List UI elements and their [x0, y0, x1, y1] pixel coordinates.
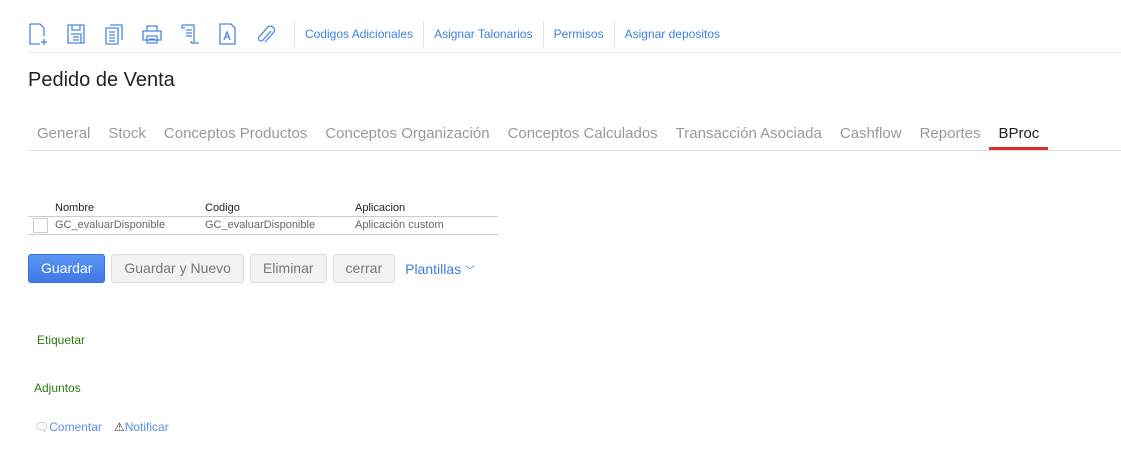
page-title: Pedido de Venta: [28, 69, 175, 91]
templates-dropdown[interactable]: Plantillas ﹀: [405, 261, 475, 277]
copy-icon[interactable]: [104, 23, 124, 45]
permisos-link[interactable]: Permisos: [542, 21, 614, 47]
tab-conceptos-productos[interactable]: Conceptos Productos: [155, 120, 316, 150]
header-nombre: Nombre: [55, 201, 205, 217]
cell-nombre: GC_evaluarDisponible: [55, 216, 205, 235]
tab-general[interactable]: General: [28, 120, 99, 150]
tab-reportes[interactable]: Reportes: [911, 120, 990, 150]
tab-stock[interactable]: Stock: [99, 120, 155, 150]
templates-label: Plantillas: [405, 260, 462, 277]
tab-bar: General Stock Conceptos Productos Concep…: [28, 120, 1121, 151]
warning-icon: ⚠: [113, 420, 125, 434]
new-document-icon[interactable]: [28, 23, 48, 45]
tab-bproc[interactable]: BProc: [989, 120, 1049, 150]
close-button[interactable]: cerrar: [332, 254, 396, 283]
comment-label: Comentar: [49, 420, 102, 434]
attach-icon[interactable]: [256, 23, 276, 45]
table-row[interactable]: GC_evaluarDisponible GC_evaluarDisponibl…: [28, 216, 498, 235]
bproc-table: Nombre Codigo Aplicacion GC_evaluarDispo…: [28, 201, 498, 235]
asignar-talonarios-link[interactable]: Asignar Talonarios: [423, 21, 543, 47]
cell-aplicacion: Aplicación custom: [355, 216, 498, 235]
toolbar: Codigos Adicionales Asignar Talonarios P…: [28, 20, 730, 48]
delete-button[interactable]: Eliminar: [249, 254, 327, 283]
asignar-depositos-link[interactable]: Asignar depositos: [613, 21, 730, 47]
tab-conceptos-organizacion[interactable]: Conceptos Organización: [316, 120, 498, 150]
tab-conceptos-calculados[interactable]: Conceptos Calculados: [499, 120, 667, 150]
header-aplicacion: Aplicacion: [355, 201, 498, 217]
comment-icon: 🗨: [34, 420, 50, 434]
notify-label: Notificar: [124, 420, 169, 434]
table-header: Nombre Codigo Aplicacion: [28, 201, 498, 217]
tab-cashflow[interactable]: Cashflow: [831, 120, 911, 150]
print-icon[interactable]: [142, 23, 162, 45]
save-and-new-button[interactable]: Guardar y Nuevo: [111, 254, 244, 283]
chevron-down-icon: ﹀: [465, 265, 476, 277]
header-codigo: Codigo: [205, 201, 355, 217]
comment-link[interactable]: 🗨Comentar: [34, 420, 102, 434]
pdf-icon[interactable]: [218, 23, 238, 45]
save-button[interactable]: Guardar: [28, 254, 106, 283]
notify-link[interactable]: ⚠Notificar: [114, 420, 169, 434]
attachments-link[interactable]: Adjuntos: [34, 381, 81, 395]
scroll-icon[interactable]: [180, 23, 200, 45]
cell-codigo: GC_evaluarDisponible: [205, 216, 355, 235]
codigos-adicionales-link[interactable]: Codigos Adicionales: [294, 21, 423, 47]
action-buttons: Guardar Guardar y Nuevo Eliminar cerrar …: [28, 254, 475, 283]
save-icon[interactable]: [66, 23, 86, 45]
row-checkbox[interactable]: [33, 217, 48, 233]
tags-link[interactable]: Etiquetar: [37, 333, 85, 347]
footer-actions: 🗨Comentar ⚠Notificar: [34, 420, 169, 434]
tab-transaccion-asociada[interactable]: Transacción Asociada: [667, 120, 831, 150]
divider: [28, 52, 1121, 53]
